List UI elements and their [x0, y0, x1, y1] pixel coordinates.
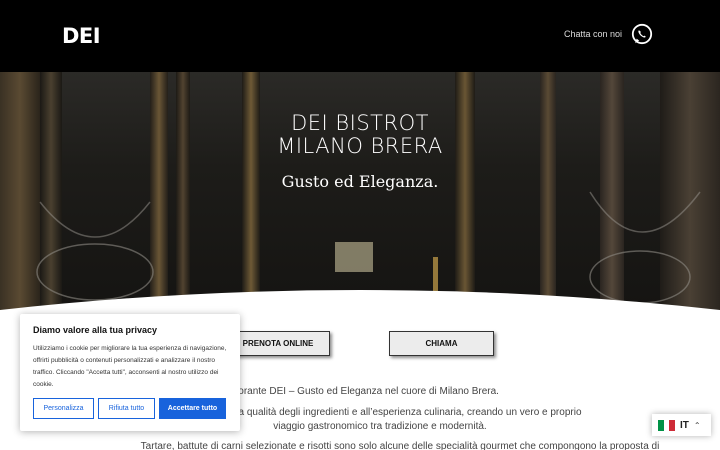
- whatsapp-icon[interactable]: [630, 22, 654, 46]
- chevron-up-icon: ⌃: [693, 420, 701, 430]
- hero-title: DEI BISTROT MILANO BRERA: [0, 112, 720, 158]
- italy-flag-icon: [658, 419, 676, 431]
- hero-subtitle: Gusto ed Eleganza.: [281, 172, 439, 191]
- cookie-customize-button[interactable]: Personalizza: [33, 398, 94, 419]
- book-online-button[interactable]: PRENOTA ONLINE: [226, 331, 330, 356]
- cookie-reject-button[interactable]: Rifiuta tutto: [98, 398, 155, 419]
- hero-title-line-1: DEI BISTROT: [291, 111, 429, 135]
- cookie-consent-banner: Diamo valore alla tua privacy Utilizziam…: [20, 314, 240, 431]
- language-code: IT: [680, 419, 689, 431]
- cookie-title: Diamo valore alla tua privacy: [33, 325, 158, 335]
- site-logo[interactable]: DEI: [62, 24, 101, 48]
- call-button[interactable]: CHIAMA: [389, 331, 494, 356]
- cookie-description: Utilizziamo i cookie per migliorare la t…: [33, 345, 227, 388]
- cookie-actions: Personalizza Rifiuta tutto Accettare tut…: [33, 398, 226, 419]
- hero-title-line-2: MILANO BRERA: [277, 134, 443, 158]
- chat-link[interactable]: Chatta con noi: [564, 22, 654, 46]
- specialties-paragraph: Tartare, battute di carni selezionate e …: [140, 441, 660, 450]
- language-switcher[interactable]: IT ⌃: [652, 414, 711, 436]
- site-header: DEI Chatta con noi: [0, 0, 720, 72]
- chat-label[interactable]: Chatta con noi: [564, 29, 622, 39]
- cookie-accept-button[interactable]: Accettare tutto: [159, 398, 226, 419]
